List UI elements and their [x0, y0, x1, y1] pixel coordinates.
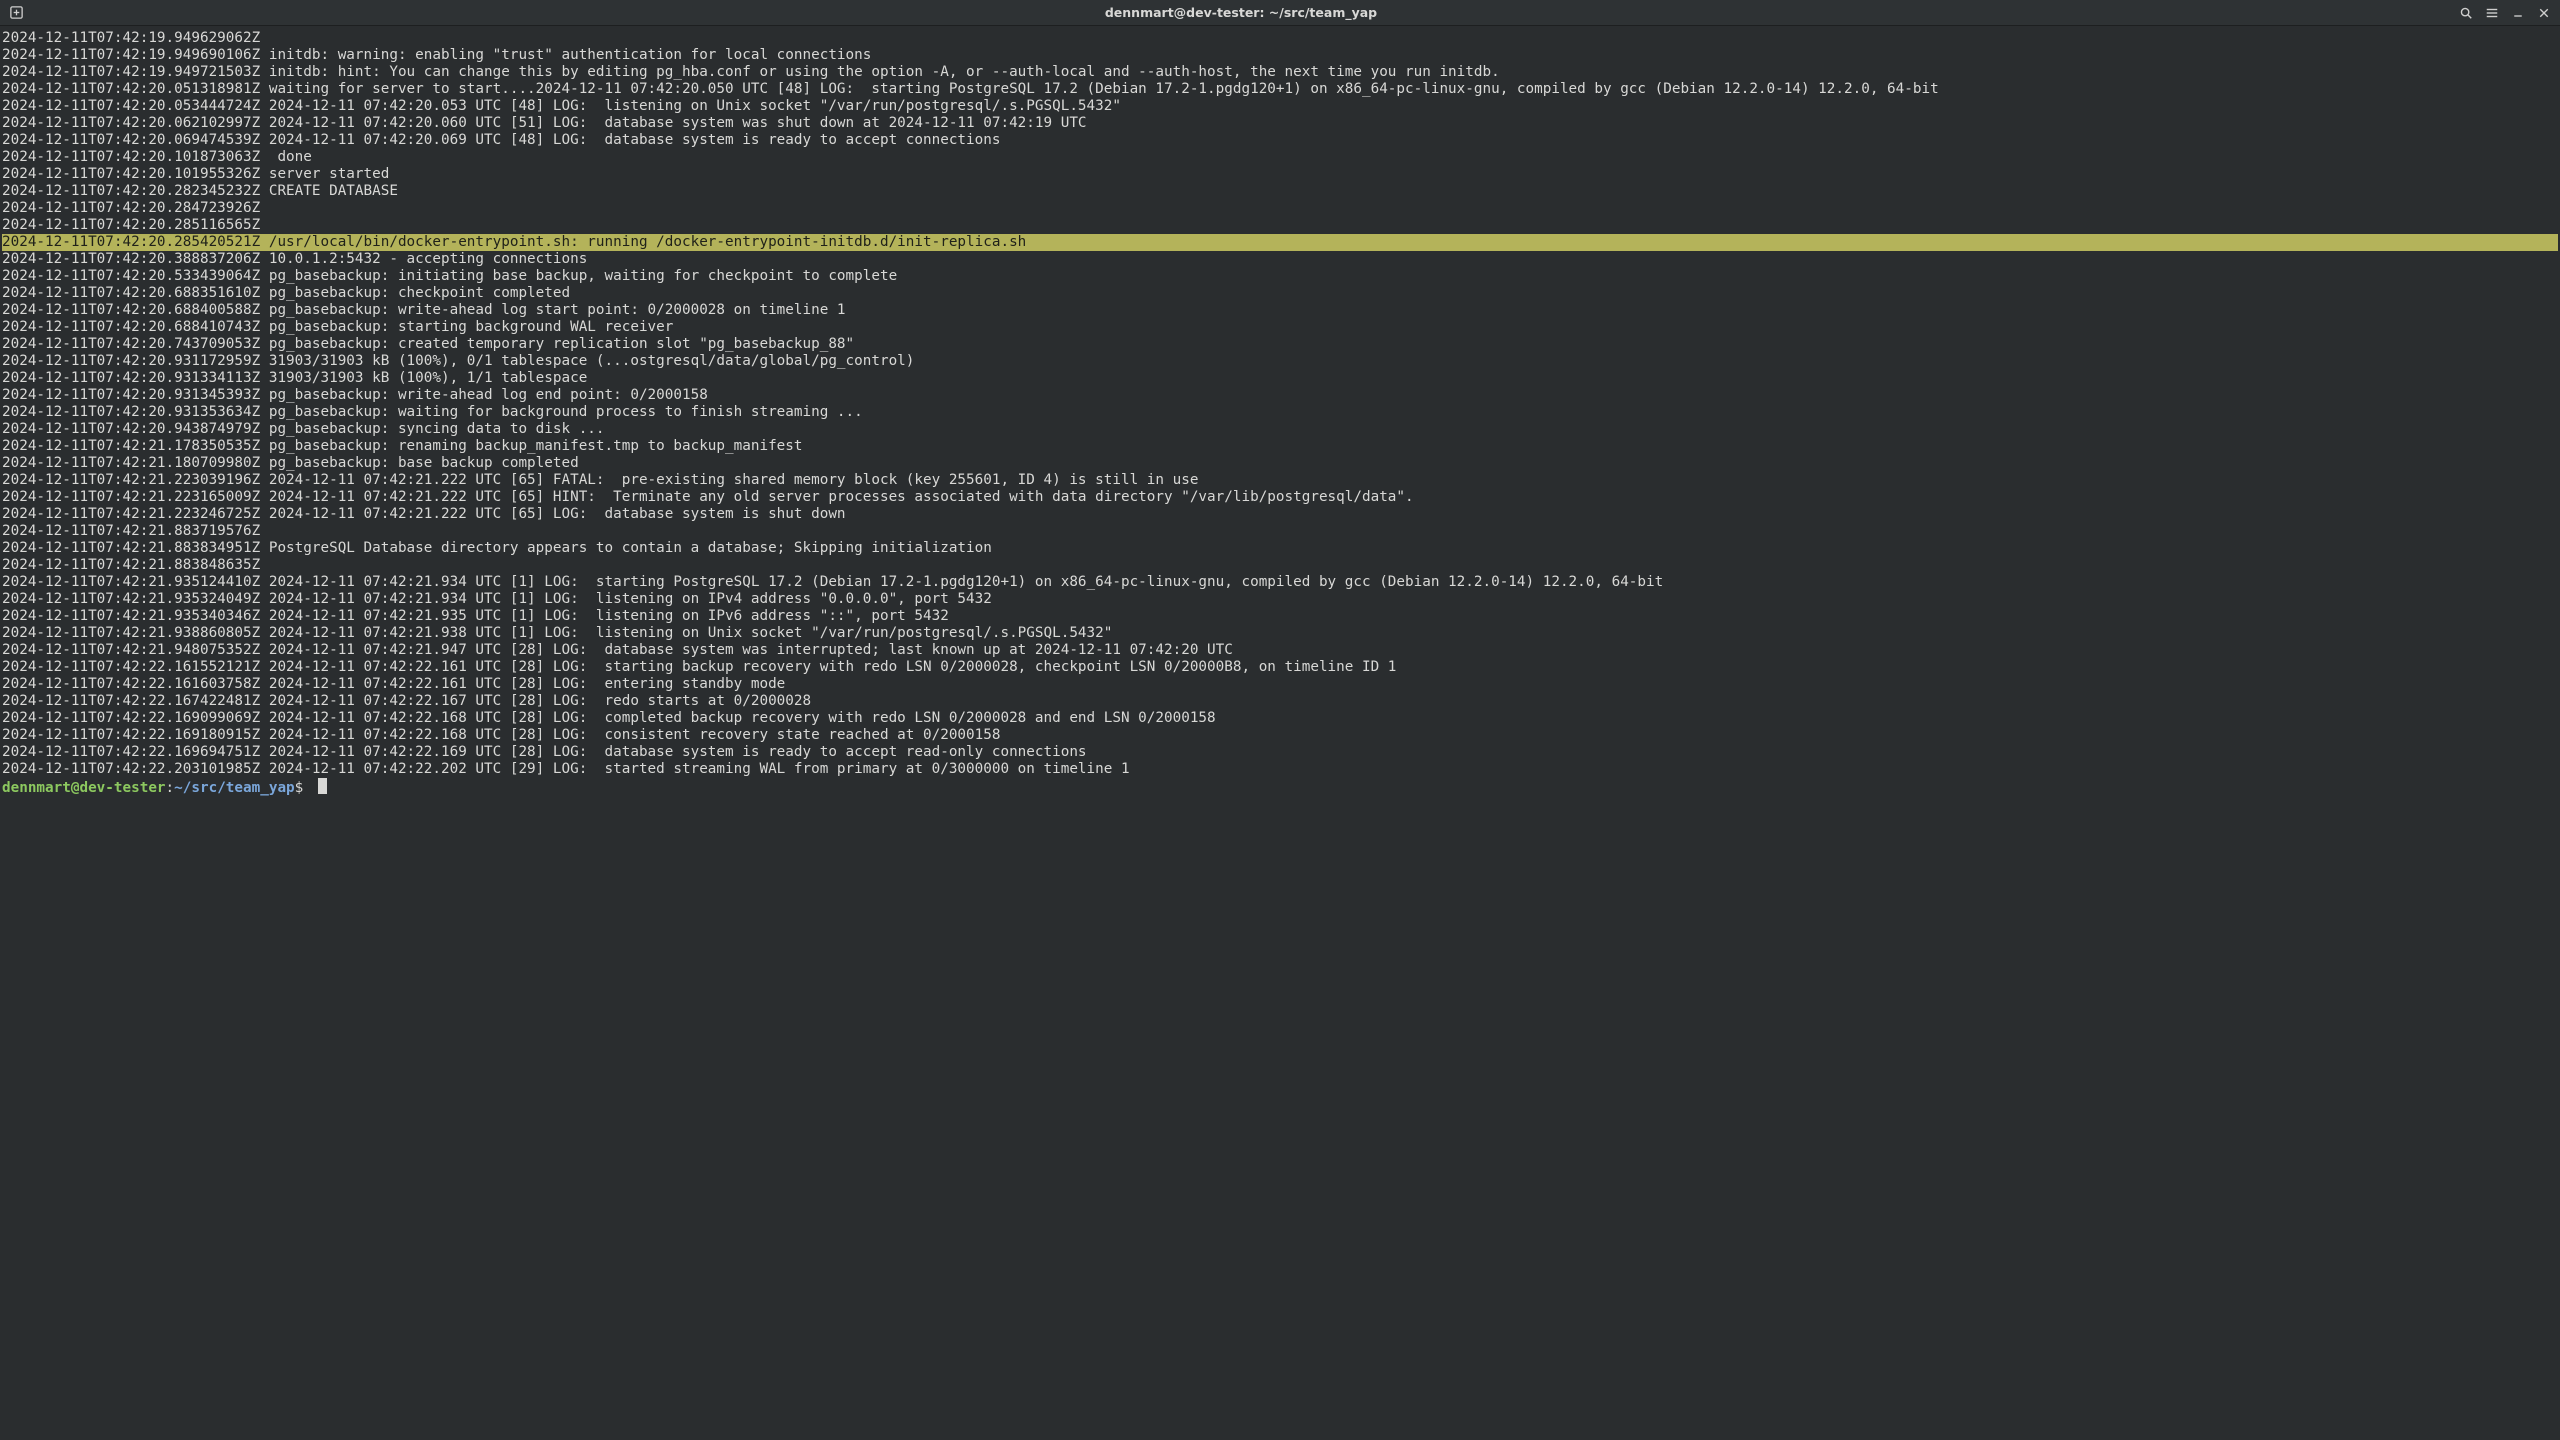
terminal-cursor	[318, 778, 327, 794]
terminal-line: 2024-12-11T07:42:20.101955326Z server st…	[2, 166, 2558, 183]
terminal-line: 2024-12-11T07:42:20.284723926Z	[2, 200, 2558, 217]
search-icon	[2459, 6, 2473, 20]
terminal-line: 2024-12-11T07:42:21.935124410Z 2024-12-1…	[2, 574, 2558, 591]
terminal-line: 2024-12-11T07:42:20.533439064Z pg_baseba…	[2, 268, 2558, 285]
terminal-line: 2024-12-11T07:42:22.203101985Z 2024-12-1…	[2, 761, 2558, 778]
terminal-line: 2024-12-11T07:42:22.169099069Z 2024-12-1…	[2, 710, 2558, 727]
plus-box-icon	[9, 5, 24, 20]
window-titlebar: dennmart@dev-tester: ~/src/team_yap	[0, 0, 2560, 26]
shell-prompt[interactable]: dennmart@dev-tester:~/src/team_yap$	[2, 778, 2558, 797]
new-tab-button[interactable]	[4, 2, 28, 24]
window-title: dennmart@dev-tester: ~/src/team_yap	[28, 4, 2454, 21]
titlebar-left-group	[4, 2, 28, 24]
terminal-line: 2024-12-11T07:42:21.935324049Z 2024-12-1…	[2, 591, 2558, 608]
terminal-line: 2024-12-11T07:42:20.282345232Z CREATE DA…	[2, 183, 2558, 200]
terminal-line: 2024-12-11T07:42:22.169694751Z 2024-12-1…	[2, 744, 2558, 761]
terminal-line: 2024-12-11T07:42:20.053444724Z 2024-12-1…	[2, 98, 2558, 115]
terminal-line: 2024-12-11T07:42:21.935340346Z 2024-12-1…	[2, 608, 2558, 625]
search-button[interactable]	[2454, 2, 2478, 24]
terminal-line: 2024-12-11T07:42:21.883834951Z PostgreSQ…	[2, 540, 2558, 557]
terminal-line: 2024-12-11T07:42:20.743709053Z pg_baseba…	[2, 336, 2558, 353]
terminal-line: 2024-12-11T07:42:22.161552121Z 2024-12-1…	[2, 659, 2558, 676]
terminal-line: 2024-12-11T07:42:20.931353634Z pg_baseba…	[2, 404, 2558, 421]
terminal-line: 2024-12-11T07:42:20.931334113Z 31903/319…	[2, 370, 2558, 387]
terminal-line: 2024-12-11T07:42:21.223039196Z 2024-12-1…	[2, 472, 2558, 489]
prompt-separator: :	[166, 780, 175, 796]
terminal-line: 2024-12-11T07:42:20.051318981Z waiting f…	[2, 81, 2558, 98]
terminal-output[interactable]: 2024-12-11T07:42:19.949629062Z 2024-12-1…	[0, 26, 2560, 797]
terminal-line: 2024-12-11T07:42:21.180709980Z pg_baseba…	[2, 455, 2558, 472]
prompt-path: ~/src/team_yap	[174, 780, 295, 796]
terminal-line: 2024-12-11T07:42:20.069474539Z 2024-12-1…	[2, 132, 2558, 149]
terminal-line: 2024-12-11T07:42:19.949721503Z initdb: h…	[2, 64, 2558, 81]
minimize-button[interactable]	[2506, 2, 2530, 24]
terminal-line: 2024-12-11T07:42:21.948075352Z 2024-12-1…	[2, 642, 2558, 659]
terminal-line: 2024-12-11T07:42:21.178350535Z pg_baseba…	[2, 438, 2558, 455]
terminal-line: 2024-12-11T07:42:21.223165009Z 2024-12-1…	[2, 489, 2558, 506]
close-button[interactable]	[2532, 2, 2556, 24]
terminal-line: 2024-12-11T07:42:22.161603758Z 2024-12-1…	[2, 676, 2558, 693]
terminal-line: 2024-12-11T07:42:22.169180915Z 2024-12-1…	[2, 727, 2558, 744]
terminal-line: 2024-12-11T07:42:20.062102997Z 2024-12-1…	[2, 115, 2558, 132]
terminal-line: 2024-12-11T07:42:20.931345393Z pg_baseba…	[2, 387, 2558, 404]
terminal-line: 2024-12-11T07:42:19.949690106Z initdb: w…	[2, 47, 2558, 64]
terminal-line: 2024-12-11T07:42:22.167422481Z 2024-12-1…	[2, 693, 2558, 710]
terminal-line: 2024-12-11T07:42:20.688410743Z pg_baseba…	[2, 319, 2558, 336]
terminal-line-highlighted: 2024-12-11T07:42:20.285420521Z /usr/loca…	[2, 234, 2558, 251]
close-icon	[2538, 7, 2550, 19]
terminal-line: 2024-12-11T07:42:20.931172959Z 31903/319…	[2, 353, 2558, 370]
prompt-user-host: dennmart@dev-tester	[2, 780, 166, 796]
minimize-icon	[2512, 7, 2524, 19]
terminal-line: 2024-12-11T07:42:20.688400588Z pg_baseba…	[2, 302, 2558, 319]
terminal-line: 2024-12-11T07:42:21.883719576Z	[2, 523, 2558, 540]
terminal-line: 2024-12-11T07:42:20.388837206Z 10.0.1.2:…	[2, 251, 2558, 268]
prompt-symbol: $	[295, 780, 312, 796]
terminal-line: 2024-12-11T07:42:21.223246725Z 2024-12-1…	[2, 506, 2558, 523]
titlebar-right-group	[2454, 2, 2556, 24]
terminal-line: 2024-12-11T07:42:21.938860805Z 2024-12-1…	[2, 625, 2558, 642]
terminal-line: 2024-12-11T07:42:20.101873063Z done	[2, 149, 2558, 166]
terminal-line: 2024-12-11T07:42:19.949629062Z	[2, 30, 2558, 47]
terminal-line: 2024-12-11T07:42:20.285116565Z	[2, 217, 2558, 234]
terminal-line: 2024-12-11T07:42:20.688351610Z pg_baseba…	[2, 285, 2558, 302]
hamburger-icon	[2485, 6, 2499, 20]
terminal-line: 2024-12-11T07:42:21.883848635Z	[2, 557, 2558, 574]
menu-button[interactable]	[2480, 2, 2504, 24]
terminal-line: 2024-12-11T07:42:20.943874979Z pg_baseba…	[2, 421, 2558, 438]
